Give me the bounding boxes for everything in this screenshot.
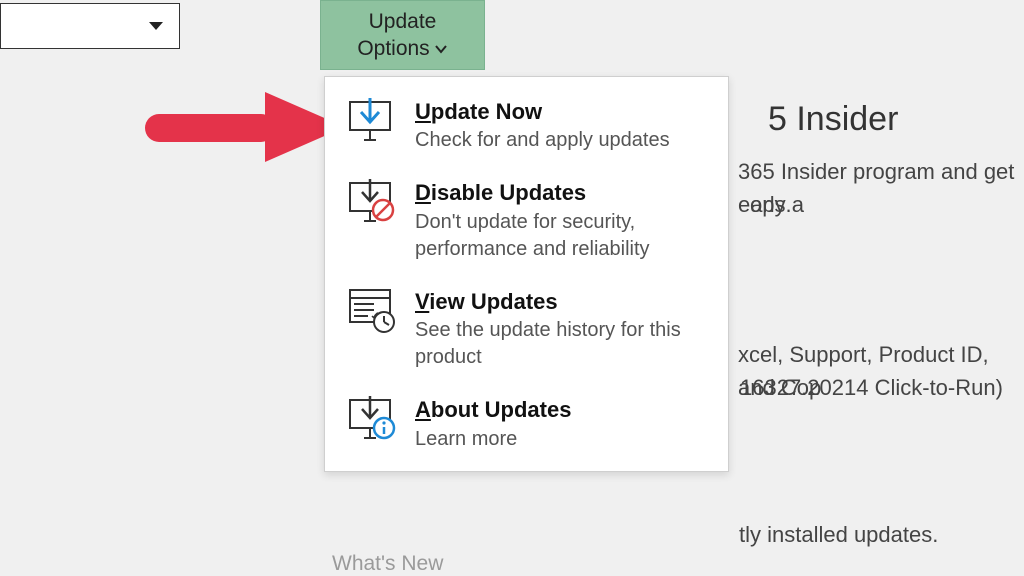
disable-updates-icon bbox=[343, 178, 399, 226]
view-updates-icon bbox=[343, 287, 399, 335]
menu-item-about-updates[interactable]: About Updates Learn more bbox=[325, 385, 728, 466]
bg-text-5: tly installed updates. bbox=[739, 518, 938, 551]
menu-item-title: Update Now bbox=[415, 99, 710, 125]
update-now-icon bbox=[343, 97, 399, 145]
whats-new-label: What's New bbox=[332, 552, 443, 576]
update-options-menu: Update Now Check for and apply updates D… bbox=[324, 76, 729, 472]
chevron-down-icon bbox=[147, 20, 165, 32]
update-options-label-1: Update bbox=[369, 8, 437, 35]
update-options-button[interactable]: Update Options bbox=[320, 0, 485, 70]
menu-item-update-now[interactable]: Update Now Check for and apply updates bbox=[325, 87, 728, 168]
bg-text-4: 16327.20214 Click-to-Run) bbox=[740, 371, 1003, 404]
chevron-down-icon bbox=[434, 44, 448, 54]
menu-item-desc: See the update history for this product bbox=[415, 317, 710, 371]
annotation-arrow bbox=[145, 92, 345, 162]
blank-dropdown[interactable] bbox=[0, 3, 180, 49]
menu-item-title: Disable Updates bbox=[415, 180, 710, 206]
menu-item-desc: Don't update for security, performance a… bbox=[415, 209, 710, 263]
bg-heading-insider: 5 Insider bbox=[768, 100, 898, 139]
menu-item-disable-updates[interactable]: Disable Updates Don't update for securit… bbox=[325, 168, 728, 276]
menu-item-title: About Updates bbox=[415, 397, 710, 423]
menu-item-view-updates[interactable]: View Updates See the update history for … bbox=[325, 277, 728, 385]
about-updates-icon bbox=[343, 395, 399, 443]
menu-item-desc: Learn more bbox=[415, 426, 710, 453]
bg-text-2: ops. bbox=[750, 188, 792, 221]
update-options-label-2: Options bbox=[357, 35, 429, 62]
menu-item-title: View Updates bbox=[415, 289, 710, 315]
menu-item-desc: Check for and apply updates bbox=[415, 127, 710, 154]
